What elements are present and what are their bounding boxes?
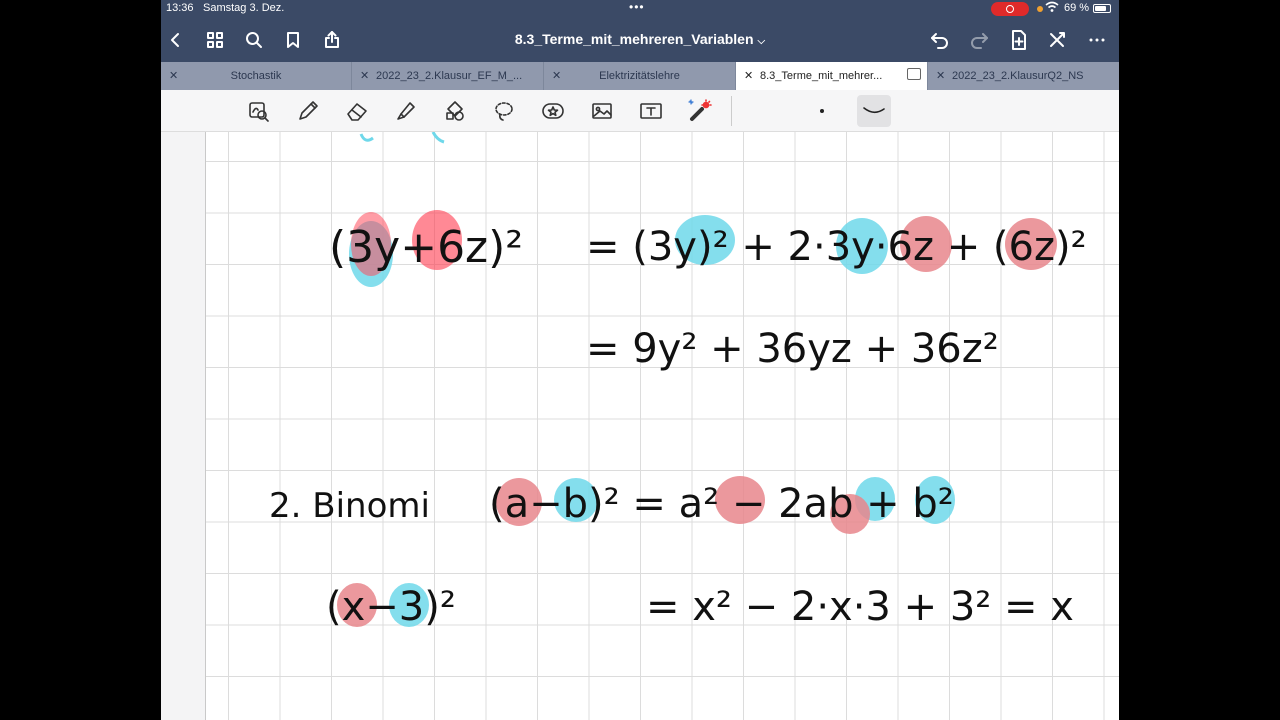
equation-2-lhs: (x−3)² bbox=[326, 584, 456, 630]
tab-label: 8.3_Terme_mit_mehrer... bbox=[760, 70, 883, 82]
binomi-formula: (a−b)² = a² − 2ab + b² bbox=[489, 481, 954, 527]
tab-label: 2022_23_2.Klausur_EF_M_... bbox=[376, 70, 523, 82]
equation-1-lhs: (3y+6z)² bbox=[329, 222, 523, 273]
eraser-icon[interactable] bbox=[343, 98, 371, 124]
close-tab-icon[interactable]: ✕ bbox=[744, 69, 753, 82]
close-tab-icon[interactable]: ✕ bbox=[360, 69, 369, 82]
tab-label: Stochastik bbox=[230, 70, 282, 82]
ipad-screen: 13:36 Samstag 3. Dez. ••• 69 % 8.3_Terme… bbox=[161, 0, 1119, 720]
binomi-label: 2. Binomi bbox=[269, 486, 430, 526]
note-canvas[interactable]: (3y+6z)² = (3y)² + 2·3y·6z + (6z)² = 9y²… bbox=[161, 132, 1119, 720]
zoom-lasso-icon[interactable] bbox=[245, 98, 273, 124]
undo-icon[interactable] bbox=[926, 26, 954, 54]
tab-bar: ✕ Stochastik ✕ 2022_23_2.Klausur_EF_M_..… bbox=[161, 62, 1119, 90]
battery-percent: 69 % bbox=[1064, 2, 1090, 14]
wifi-icon bbox=[1045, 1, 1059, 16]
sticker-icon[interactable] bbox=[539, 98, 567, 124]
tab-klausur-ef[interactable]: ✕ 2022_23_2.Klausur_EF_M_... bbox=[352, 62, 544, 90]
equation-1-rhs: = (3y)² + 2·3y·6z + (6z)² bbox=[586, 224, 1087, 270]
tab-elektrizitaetslehre[interactable]: ✕ Elektrizitätslehre bbox=[544, 62, 736, 90]
tab-stochastik[interactable]: ✕ Stochastik bbox=[161, 62, 352, 90]
tab-label: 2022_23_2.KlausurQ2_NS bbox=[952, 70, 1084, 82]
handwriting-layer: (3y+6z)² = (3y)² + 2·3y·6z + (6z)² = 9y²… bbox=[269, 132, 1087, 630]
drawing-toolbar bbox=[161, 90, 1119, 132]
stroke-style-icon[interactable] bbox=[857, 95, 891, 127]
equation-2-rhs: = x² − 2·x·3 + 3² = x bbox=[646, 584, 1074, 630]
ink-fragment bbox=[431, 132, 445, 144]
ink-fragment bbox=[359, 133, 374, 142]
multitasking-dots-icon[interactable]: ••• bbox=[629, 0, 645, 14]
laser-pointer-icon[interactable] bbox=[686, 98, 714, 124]
lasso-icon[interactable] bbox=[490, 98, 518, 124]
tab-terme-active[interactable]: ✕ 8.3_Terme_mit_mehrer... bbox=[736, 62, 928, 90]
more-options-icon[interactable] bbox=[1083, 26, 1111, 54]
close-edit-icon[interactable] bbox=[1043, 26, 1071, 54]
status-time: 13:36 bbox=[166, 2, 194, 14]
screen-recording-icon bbox=[991, 2, 1029, 16]
image-icon[interactable] bbox=[588, 98, 616, 124]
pen-thickness-dot-icon[interactable] bbox=[808, 98, 836, 124]
pen-icon[interactable] bbox=[294, 98, 322, 124]
status-bar: 13:36 Samstag 3. Dez. ••• 69 % bbox=[161, 0, 1119, 18]
navigation-bar: 8.3_Terme_mit_mehreren_Variablen ⌵ bbox=[161, 18, 1119, 62]
document-title: 8.3_Terme_mit_mehreren_Variablen bbox=[514, 31, 754, 47]
mic-indicator-icon bbox=[1037, 6, 1043, 12]
redo-icon[interactable] bbox=[965, 26, 993, 54]
status-date: Samstag 3. Dez. bbox=[203, 2, 285, 14]
close-tab-icon[interactable]: ✕ bbox=[936, 69, 945, 82]
battery-icon bbox=[1093, 4, 1111, 13]
shapes-icon[interactable] bbox=[441, 98, 469, 124]
tab-klausur-q2[interactable]: ✕ 2022_23_2.KlausurQ2_NS bbox=[928, 62, 1119, 90]
split-view-icon[interactable] bbox=[907, 68, 921, 80]
tab-label: Elektrizitätslehre bbox=[599, 70, 680, 82]
text-box-icon[interactable] bbox=[637, 98, 665, 124]
chevron-down-icon: ⌵ bbox=[757, 36, 766, 47]
toolbar-separator bbox=[731, 96, 732, 126]
add-page-icon[interactable] bbox=[1005, 26, 1033, 54]
highlighter-icon[interactable] bbox=[392, 98, 420, 124]
equation-1-result: = 9y² + 36yz + 36z² bbox=[586, 326, 999, 372]
